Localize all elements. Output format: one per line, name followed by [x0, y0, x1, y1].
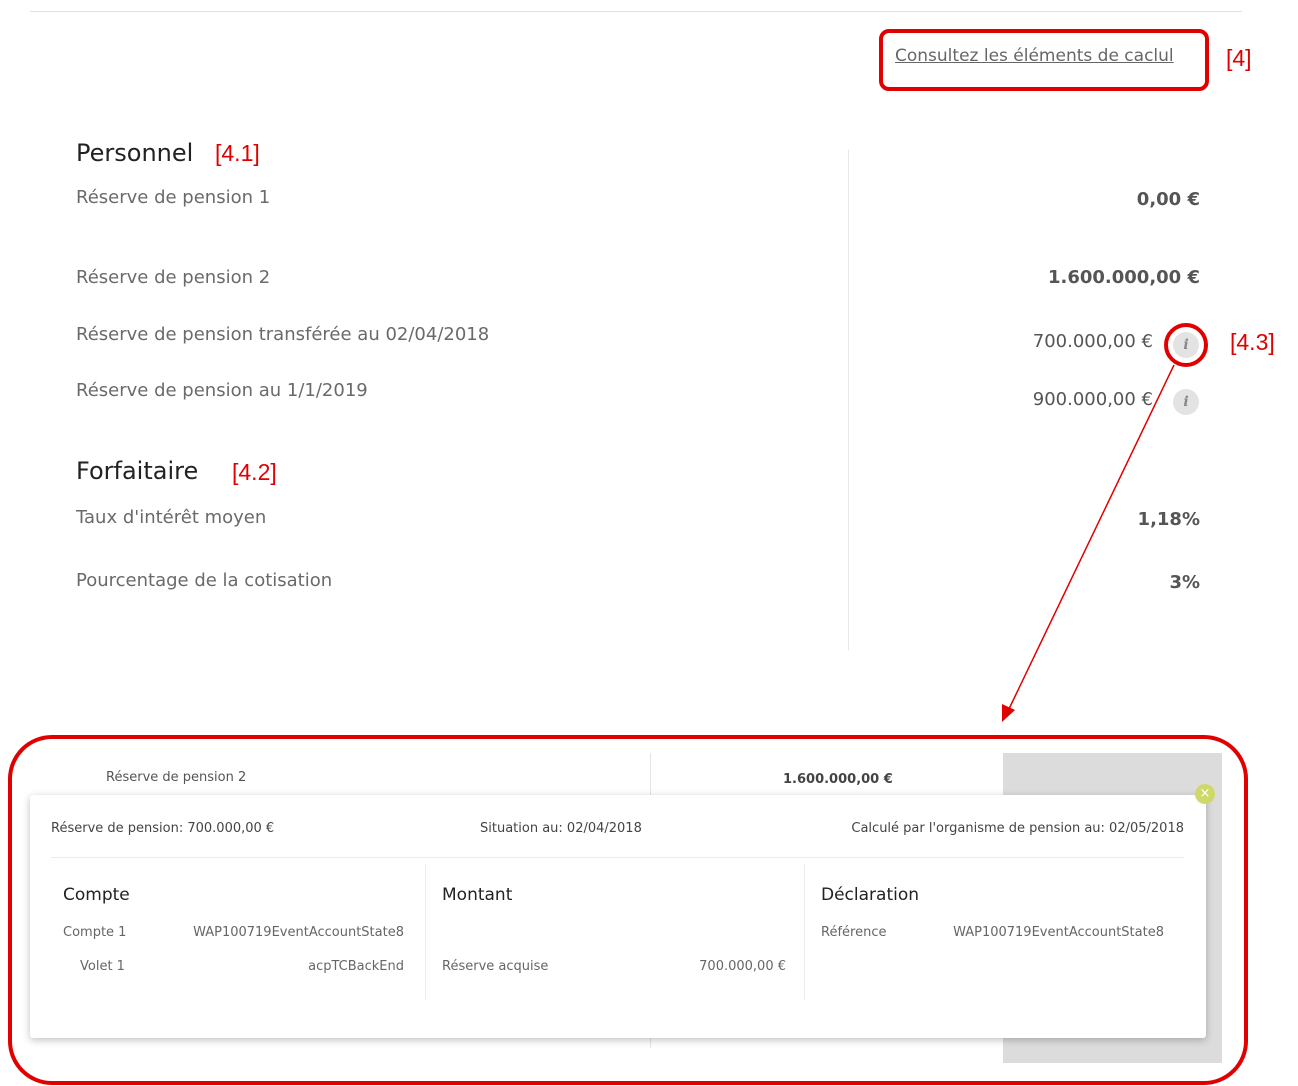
- annotation-tag-4-1: [4.1]: [215, 140, 260, 166]
- detail-callout-frame: [8, 735, 1248, 1085]
- row-label-contribution-percentage: Pourcentage de la cotisation: [76, 570, 333, 591]
- column-separator: [848, 150, 849, 650]
- annotation-tag-4-2: [4.2]: [232, 459, 277, 485]
- row-value-reserve-transferred: 700.000,00 €: [1032, 331, 1153, 352]
- row-value-reserve-2019: 900.000,00 €: [1032, 389, 1153, 410]
- row-label-reserve-1: Réserve de pension 1: [76, 187, 271, 208]
- section-title-personnel: Personnel: [76, 139, 194, 167]
- row-value-reserve-2: 1.600.000,00 €: [1047, 267, 1200, 288]
- section-title-forfaitaire: Forfaitaire: [76, 457, 199, 485]
- row-label-reserve-transferred: Réserve de pension transférée au 02/04/2…: [76, 324, 490, 345]
- annotation-tag-4-3: [4.3]: [1230, 329, 1275, 355]
- info-icon[interactable]: i: [1173, 389, 1199, 415]
- row-label-reserve-2019: Réserve de pension au 1/1/2019: [76, 380, 368, 401]
- row-value-interest-rate: 1,18%: [1137, 509, 1200, 530]
- row-label-reserve-2: Réserve de pension 2: [76, 267, 271, 288]
- annotation-tag-4: [4]: [1226, 45, 1252, 71]
- row-value-contribution-percentage: 3%: [1169, 572, 1200, 593]
- row-label-interest-rate: Taux d'intérêt moyen: [76, 507, 267, 528]
- top-divider: [30, 11, 1242, 12]
- calculation-details-link[interactable]: Consultez les éléments de caclul: [895, 46, 1174, 66]
- info-icon-highlight-circle: [1164, 323, 1208, 367]
- row-value-reserve-1: 0,00 €: [1136, 189, 1200, 210]
